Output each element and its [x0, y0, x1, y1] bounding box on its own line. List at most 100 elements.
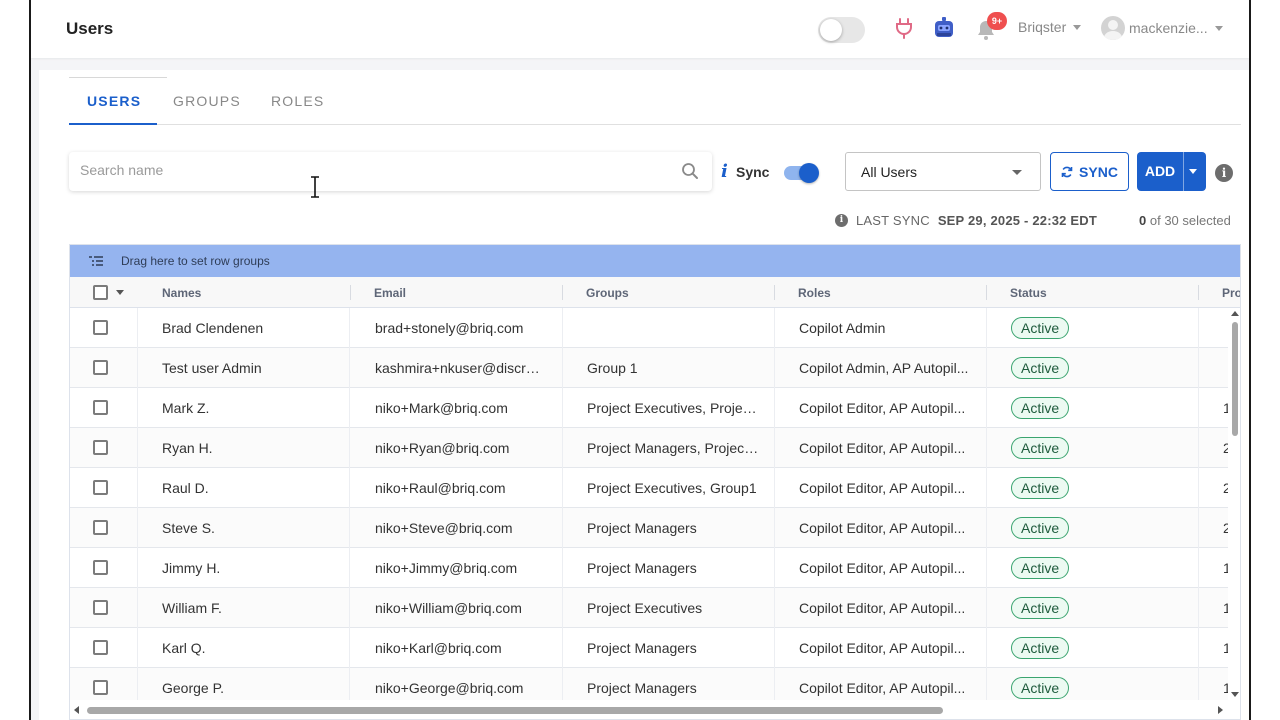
cell-groups: Project Managers, Project... — [587, 440, 759, 456]
column-divider — [986, 468, 987, 508]
cell-pro: 2 — [1223, 440, 1228, 456]
column-divider — [137, 428, 138, 468]
sync-info-icon[interactable]: i — [721, 161, 728, 182]
scroll-right-icon[interactable] — [1218, 706, 1223, 714]
column-resize-handle[interactable] — [774, 285, 775, 300]
table-row[interactable]: Brad Clendenen brad+stonely@briq.com Copil… — [70, 308, 1228, 348]
column-resize-handle[interactable] — [986, 285, 987, 300]
row-checkbox[interactable] — [93, 600, 108, 615]
toggle-knob — [799, 163, 819, 183]
tab-groups[interactable]: GROUPS — [173, 93, 241, 109]
row-checkbox[interactable] — [93, 520, 108, 535]
search-box — [69, 152, 712, 191]
row-checkbox[interactable] — [93, 360, 108, 375]
column-divider — [562, 348, 563, 388]
column-resize-handle[interactable] — [562, 285, 563, 300]
user-menu[interactable]: mackenzie... — [1101, 16, 1223, 40]
status-badge: Active — [1011, 517, 1070, 539]
column-divider — [562, 388, 563, 428]
column-resize-handle[interactable] — [350, 285, 351, 300]
table-row[interactable]: Raul D. niko+Raul@briq.com Project Executi… — [70, 468, 1228, 508]
cell-name: George P. — [162, 680, 225, 696]
cell-groups: Project Managers — [587, 680, 697, 696]
row-checkbox[interactable] — [93, 640, 108, 655]
cell-name: Raul D. — [162, 480, 209, 496]
active-tab-indicator — [69, 123, 157, 125]
row-group-drop-zone[interactable]: Drag here to set row groups — [70, 245, 1240, 277]
search-input[interactable] — [80, 162, 660, 178]
table-row[interactable]: Steve S. niko+Steve@briq.com Project Manag… — [70, 508, 1228, 548]
cell-name: William F. — [162, 600, 222, 616]
user-filter-select[interactable]: All Users — [845, 152, 1041, 191]
column-header-groups[interactable]: Groups — [586, 286, 629, 300]
cell-email: niko+Mark@briq.com — [375, 400, 508, 416]
column-header-pro[interactable]: Pro — [1222, 286, 1240, 300]
chevron-down-icon — [1073, 24, 1082, 30]
cell-email: niko+Ryan@briq.com — [375, 440, 510, 456]
add-dropdown-chevron-icon[interactable] — [1189, 169, 1197, 174]
select-all-checkbox[interactable] — [93, 285, 108, 300]
chevron-down-icon[interactable] — [116, 290, 124, 295]
table-row[interactable]: Mark Z. niko+Mark@briq.com Project Executi… — [70, 388, 1228, 428]
column-divider — [349, 308, 350, 348]
scrollbar-thumb[interactable] — [1232, 322, 1238, 436]
help-info-icon[interactable]: i — [1215, 164, 1233, 182]
avatar — [1101, 16, 1125, 40]
cell-groups: Project Executives, Projec... — [587, 400, 759, 416]
sync-button[interactable]: SYNC — [1050, 152, 1129, 191]
chevron-down-icon — [1012, 170, 1022, 175]
cell-roles: Copilot Editor, AP Autopil... — [799, 520, 966, 536]
column-header-roles[interactable]: Roles — [798, 286, 831, 300]
outer-frame-left — [0, 0, 30, 720]
column-divider — [1198, 428, 1199, 468]
search-icon[interactable] — [681, 162, 699, 180]
org-switcher[interactable]: Briqster — [1018, 19, 1082, 35]
table-row[interactable]: Jimmy H. niko+Jimmy@briq.com Project Manag… — [70, 548, 1228, 588]
bot-icon[interactable] — [932, 16, 956, 40]
cell-roles: Copilot Editor, AP Autopil... — [799, 640, 966, 656]
vertical-scrollbar[interactable] — [1229, 308, 1240, 700]
column-divider — [1198, 388, 1199, 428]
cell-email: niko+Jimmy@briq.com — [375, 560, 518, 576]
column-header-status[interactable]: Status — [1010, 286, 1047, 300]
table-row[interactable]: Test user Admin kashmira+nkuser@discret..… — [70, 348, 1228, 388]
scroll-down-icon[interactable] — [1231, 692, 1239, 697]
column-divider — [137, 308, 138, 348]
row-checkbox[interactable] — [93, 560, 108, 575]
tab-roles[interactable]: ROLES — [271, 93, 324, 109]
column-divider — [562, 628, 563, 668]
scroll-left-icon[interactable] — [74, 706, 79, 714]
cell-roles: Copilot Editor, AP Autopil... — [799, 560, 966, 576]
scrollbar-thumb[interactable] — [87, 707, 943, 714]
column-divider — [774, 508, 775, 548]
scroll-up-icon[interactable] — [1231, 311, 1239, 316]
table-row[interactable]: Ryan H. niko+Ryan@briq.com Project Manager… — [70, 428, 1228, 468]
add-button[interactable]: ADD — [1137, 152, 1206, 191]
row-checkbox[interactable] — [93, 320, 108, 335]
row-checkbox[interactable] — [93, 680, 108, 695]
table-row[interactable]: William F. niko+William@briq.com Project E… — [70, 588, 1228, 628]
column-divider — [986, 428, 987, 468]
column-resize-handle[interactable] — [1198, 285, 1199, 300]
notifications[interactable]: 9+ — [975, 12, 1007, 42]
cell-email: niko+George@briq.com — [375, 680, 524, 696]
column-header-names[interactable]: Names — [162, 286, 201, 300]
column-divider — [774, 668, 775, 700]
column-header-email[interactable]: Email — [374, 286, 406, 300]
plug-icon[interactable] — [894, 17, 914, 39]
row-checkbox[interactable] — [93, 440, 108, 455]
users-card: USERS GROUPS ROLES i Sync All Users — [39, 70, 1249, 720]
row-checkbox[interactable] — [93, 400, 108, 415]
column-divider — [349, 508, 350, 548]
table-row[interactable]: Karl Q. niko+Karl@briq.com Project Manager… — [70, 628, 1228, 668]
row-checkbox[interactable] — [93, 480, 108, 495]
header-mode-toggle[interactable] — [818, 17, 865, 43]
horizontal-scrollbar[interactable] — [70, 700, 1240, 719]
cell-pro: 1 — [1223, 560, 1228, 576]
cell-groups: Project Executives — [587, 600, 703, 616]
table-row[interactable]: George P. niko+George@briq.com Project Man… — [70, 668, 1228, 700]
sync-toggle[interactable] — [784, 163, 820, 183]
tab-users[interactable]: USERS — [87, 93, 141, 109]
column-divider — [1198, 508, 1199, 548]
column-divider — [1198, 468, 1199, 508]
